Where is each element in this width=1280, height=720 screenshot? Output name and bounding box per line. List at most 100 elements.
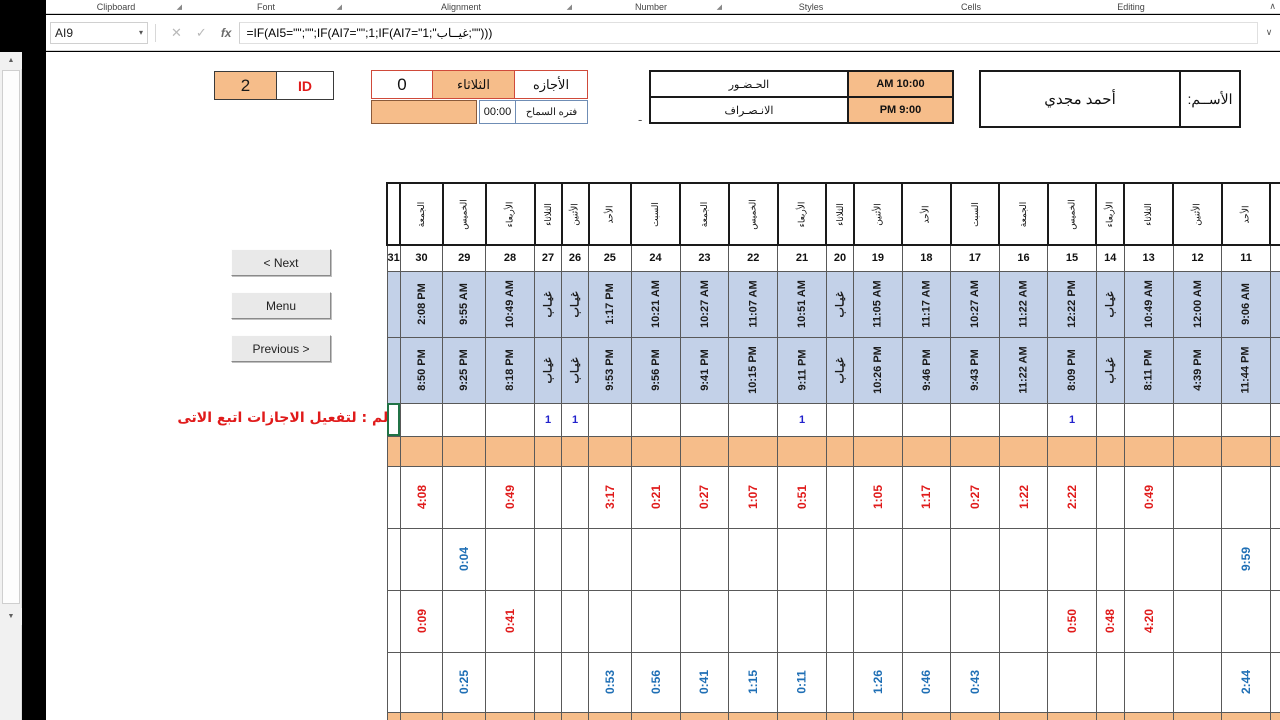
table-cell[interactable]: 12:00 AM — [1172, 270, 1223, 338]
next-button[interactable]: < Next — [231, 249, 331, 276]
table-cell[interactable]: 3:17 — [588, 465, 632, 529]
table-cell[interactable]: 17 — [950, 244, 1000, 272]
table-cell[interactable] — [386, 465, 401, 529]
table-cell[interactable]: 15 — [1047, 244, 1097, 272]
table-cell[interactable]: 0:27 — [679, 465, 730, 529]
ribbon-group-number[interactable]: Number ◢ — [576, 0, 726, 14]
table-cell[interactable] — [1095, 402, 1125, 437]
table-cell[interactable] — [1047, 435, 1097, 467]
table-cell[interactable]: 2:08 PM — [399, 270, 444, 338]
table-cell[interactable] — [728, 402, 779, 437]
ribbon-group-cells[interactable]: Cells — [896, 0, 1046, 14]
table-cell[interactable] — [853, 711, 903, 720]
table-cell[interactable]: 4:08 — [399, 465, 444, 529]
table-cell[interactable]: 10:26 PM — [853, 336, 903, 404]
table-cell[interactable] — [901, 527, 952, 591]
table-cell[interactable]: 20 — [825, 244, 855, 272]
table-cell[interactable] — [533, 589, 563, 653]
table-cell[interactable] — [1123, 435, 1174, 467]
table-cell[interactable] — [1123, 651, 1174, 713]
table-cell[interactable] — [630, 527, 681, 591]
table-cell[interactable]: 11:27 AM — [1269, 270, 1280, 338]
table-cell[interactable] — [1221, 589, 1271, 653]
table-cell[interactable]: 16 — [998, 244, 1049, 272]
table-cell[interactable]: 2:22 — [1047, 465, 1097, 529]
table-cell[interactable]: الجمعة — [679, 182, 730, 246]
table-cell[interactable] — [1269, 435, 1280, 467]
dialog-launcher-icon[interactable]: ◢ — [177, 3, 182, 11]
table-cell[interactable]: 11:44 PM — [1221, 336, 1271, 404]
table-cell[interactable]: 1 — [1047, 402, 1097, 437]
table-cell[interactable] — [825, 402, 855, 437]
table-cell[interactable] — [385, 182, 402, 246]
table-cell[interactable]: 2:44 — [1221, 651, 1271, 713]
table-cell[interactable] — [399, 527, 444, 591]
name-box[interactable]: AI9 ▾ — [50, 21, 148, 44]
table-cell[interactable] — [561, 589, 590, 653]
table-cell[interactable]: 9:43 PM — [950, 336, 1000, 404]
cancel-icon[interactable]: ✕ — [171, 25, 182, 41]
table-cell[interactable] — [998, 589, 1049, 653]
table-cell[interactable]: 0:11 — [777, 651, 827, 713]
collapse-ribbon-icon[interactable]: ∧ — [1269, 1, 1276, 12]
table-cell[interactable] — [533, 527, 563, 591]
table-cell[interactable] — [825, 651, 855, 713]
table-cell[interactable] — [533, 651, 563, 713]
table-cell[interactable]: 18 — [901, 244, 952, 272]
dialog-launcher-icon[interactable]: ◢ — [567, 3, 572, 11]
table-cell[interactable] — [728, 589, 779, 653]
ribbon-group-font[interactable]: Font ◢ — [186, 0, 346, 14]
scrollbar-thumb[interactable] — [2, 70, 20, 604]
table-cell[interactable]: 8:09 PM — [1047, 336, 1097, 404]
table-cell[interactable]: 0:51 — [777, 465, 827, 529]
table-cell[interactable] — [399, 711, 444, 720]
table-cell[interactable]: 25 — [588, 244, 632, 272]
table-cell[interactable]: 27 — [533, 244, 563, 272]
table-cell[interactable] — [998, 402, 1049, 437]
table-cell[interactable]: 10:27 AM — [679, 270, 730, 338]
table-cell[interactable]: 29 — [442, 244, 487, 272]
table-cell[interactable] — [630, 711, 681, 720]
table-cell[interactable] — [1123, 711, 1174, 720]
table-cell[interactable]: 19 — [853, 244, 903, 272]
table-cell[interactable]: 1:17 — [901, 465, 952, 529]
table-cell[interactable]: 14 — [1095, 244, 1125, 272]
table-cell[interactable] — [950, 589, 1000, 653]
table-cell[interactable]: 4:39 PM — [1172, 336, 1223, 404]
table-cell[interactable]: 1:07 — [728, 465, 779, 529]
table-cell[interactable] — [825, 527, 855, 591]
table-cell[interactable]: 9:55 AM — [442, 270, 487, 338]
table-cell[interactable]: 10:51 AM — [777, 270, 827, 338]
scroll-up-icon[interactable]: ▲ — [0, 52, 22, 69]
ribbon-group-styles[interactable]: Styles — [726, 0, 896, 14]
table-cell[interactable] — [1172, 651, 1223, 713]
table-cell[interactable] — [1269, 711, 1280, 720]
table-cell[interactable]: 10:49 AM — [485, 270, 535, 338]
ribbon-group-editing[interactable]: Editing — [1046, 0, 1216, 14]
table-cell[interactable]: 0:46 — [901, 651, 952, 713]
table-cell[interactable]: 1:47 — [1269, 651, 1280, 713]
table-cell[interactable]: 0:43 — [950, 651, 1000, 713]
table-cell[interactable]: 0:04 — [442, 527, 487, 591]
worksheet-area[interactable]: 2 ID الأجازه الثلاثاء 0 فتره السماح 00:0… — [46, 52, 1280, 720]
table-cell[interactable]: 11:07 AM — [728, 270, 779, 338]
table-cell[interactable]: 11:17 AM — [901, 270, 952, 338]
table-cell[interactable] — [998, 527, 1049, 591]
vertical-scrollbar[interactable]: ▲ ▼ — [0, 52, 22, 720]
table-cell[interactable] — [1221, 402, 1271, 437]
table-cell[interactable]: الأحد — [587, 182, 633, 246]
table-cell[interactable]: الثلاثاء — [1123, 182, 1175, 246]
table-cell[interactable]: 10 — [1269, 244, 1280, 272]
table-cell[interactable]: 0:41 — [485, 589, 535, 653]
table-cell[interactable] — [998, 711, 1049, 720]
table-cell[interactable] — [630, 402, 681, 437]
table-cell[interactable]: الأثنين — [1172, 182, 1223, 246]
table-cell[interactable] — [998, 651, 1049, 713]
table-cell[interactable] — [1172, 402, 1223, 437]
table-cell[interactable]: 1:15 — [728, 651, 779, 713]
ribbon-group-clipboard[interactable]: Clipboard ◢ — [46, 0, 186, 14]
table-cell[interactable] — [777, 711, 827, 720]
table-cell[interactable] — [386, 589, 401, 653]
table-cell[interactable]: 9:11 PM — [777, 336, 827, 404]
table-cell[interactable] — [901, 711, 952, 720]
